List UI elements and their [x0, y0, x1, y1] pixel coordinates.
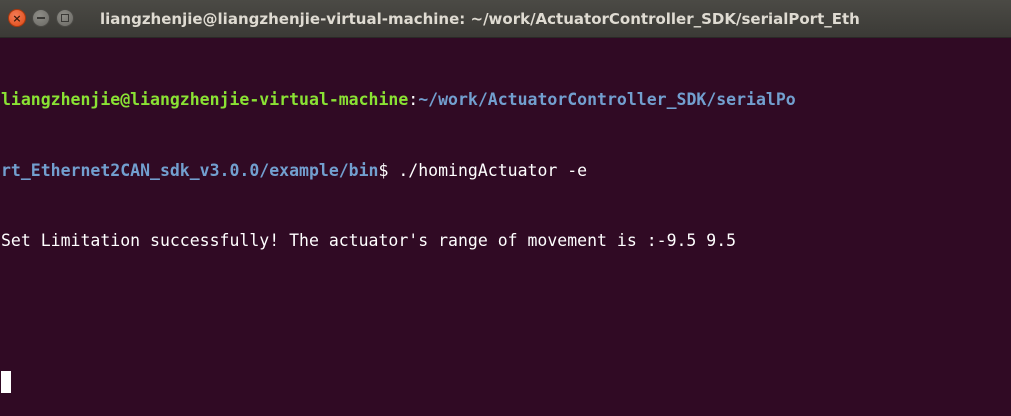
- maximize-icon[interactable]: [56, 9, 74, 27]
- cursor-line: [1, 370, 1011, 394]
- close-glyph: ×: [12, 11, 22, 25]
- prompt-user-host: liangzhenjie@liangzhenjie-virtual-machin…: [1, 90, 409, 109]
- output-line: Set Limitation successfully! The actuato…: [1, 231, 737, 250]
- minimize-glyph: [37, 17, 45, 19]
- close-icon[interactable]: ×: [8, 9, 26, 27]
- title-bar[interactable]: × liangzhenjie@liangzhenjie-virtual-mach…: [0, 0, 1011, 38]
- prompt-line-2: rt_Ethernet2CAN_sdk_v3.0.0/example/bin$ …: [1, 159, 1011, 183]
- minimize-icon[interactable]: [32, 9, 50, 27]
- window-controls: ×: [8, 9, 74, 29]
- maximize-glyph: [61, 14, 69, 22]
- prompt-path-part2: rt_Ethernet2CAN_sdk_v3.0.0/example/bin: [1, 160, 379, 180]
- command-text: ./homingActuator -e: [398, 160, 588, 180]
- terminal-window: × liangzhenjie@liangzhenjie-virtual-mach…: [0, 0, 1011, 416]
- text-cursor: [1, 371, 11, 393]
- prompt-separator: :: [408, 90, 419, 109]
- window-title: liangzhenjie@liangzhenjie-virtual-machin…: [100, 10, 860, 28]
- terminal-output[interactable]: liangzhenjie@liangzhenjie-virtual-machin…: [0, 38, 1011, 416]
- prompt-symbol: $: [378, 160, 399, 180]
- prompt-line-1: liangzhenjie@liangzhenjie-virtual-machin…: [1, 88, 1011, 112]
- prompt-path-part1: ~/work/ActuatorController_SDK/serialPo: [418, 90, 796, 109]
